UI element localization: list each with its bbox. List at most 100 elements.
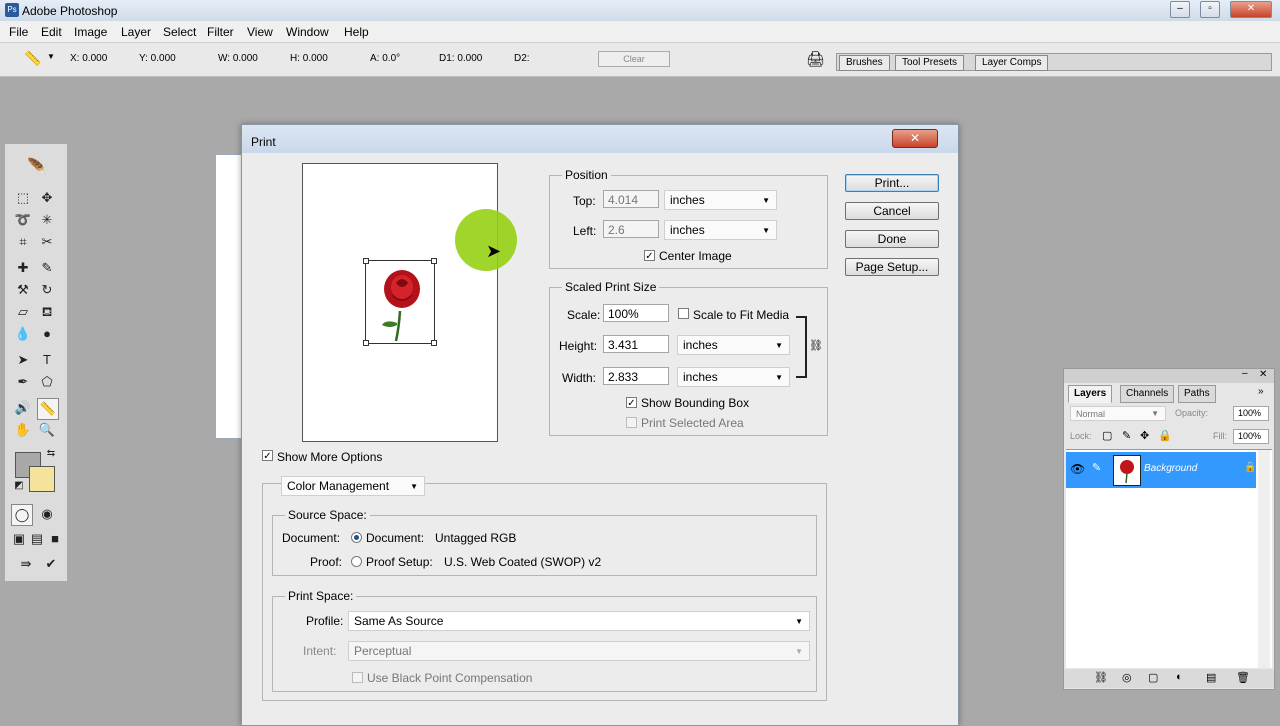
menu-file[interactable]: File <box>9 25 28 39</box>
show-more-options-checkbox[interactable]: ✓ <box>262 450 273 462</box>
layer-name[interactable]: Background <box>1144 463 1197 474</box>
minimize-icon[interactable]: – <box>1170 1 1190 18</box>
height-unit-select[interactable]: inches ▼ <box>677 335 790 355</box>
print-selected-area-checkbox[interactable] <box>626 417 637 428</box>
close-icon[interactable]: ✕ <box>1230 1 1272 18</box>
new-layer-icon[interactable]: ▤ <box>1206 671 1216 684</box>
well-tab-layer-comps[interactable]: Layer Comps <box>975 55 1049 71</box>
width-input[interactable]: 2.833 <box>603 367 669 385</box>
center-image-checkbox[interactable]: ✓ <box>644 250 655 262</box>
lock-transparent-icon[interactable]: ▢ <box>1102 429 1112 442</box>
visibility-eye-icon[interactable]: 👁 <box>1070 462 1085 476</box>
path-selection-tool-icon[interactable]: ➤ <box>13 350 33 370</box>
trash-icon[interactable]: 🗑 <box>1236 671 1250 684</box>
notes-tool-icon[interactable]: 🔊 <box>13 398 33 418</box>
dodge-tool-icon[interactable]: ● <box>37 324 57 344</box>
clone-stamp-tool-icon[interactable]: ⚒ <box>13 280 33 300</box>
menu-window[interactable]: Window <box>286 25 329 39</box>
menu-image[interactable]: Image <box>74 25 107 39</box>
menu-edit[interactable]: Edit <box>41 25 62 39</box>
swap-colors-icon[interactable]: ⇆ <box>41 444 61 464</box>
screen-mode-full-icon[interactable]: ■ <box>45 529 65 549</box>
link-chain-icon[interactable]: ⛓ <box>809 339 823 352</box>
zoom-tool-icon[interactable]: 🔍 <box>37 420 57 440</box>
move-tool-icon[interactable]: ✥ <box>37 188 57 208</box>
healing-brush-tool-icon[interactable]: ✚ <box>13 258 33 278</box>
layer-mask-icon[interactable]: ▢ <box>1148 671 1158 684</box>
menu-select[interactable]: Select <box>163 25 196 39</box>
color-management-select[interactable]: Color Management ▼ <box>281 476 425 496</box>
fill-input[interactable]: 100% <box>1233 429 1269 444</box>
history-brush-tool-icon[interactable]: ↻ <box>37 280 57 300</box>
page-setup-button[interactable]: Page Setup... <box>845 258 939 276</box>
lock-brush-icon[interactable]: ✎ <box>1122 429 1131 442</box>
quick-mask-icon[interactable]: ◉ <box>37 504 57 524</box>
dialog-close-button[interactable]: ✕ <box>892 129 938 148</box>
link-layers-icon[interactable]: ⛓ <box>1094 671 1108 684</box>
profile-select[interactable]: Same As Source ▼ <box>348 611 810 631</box>
maximize-icon[interactable]: ▫ <box>1200 1 1220 18</box>
measure-tool-icon[interactable]: 📏 <box>37 398 59 420</box>
tab-channels[interactable]: Channels <box>1120 385 1175 403</box>
scale-input[interactable]: 100% <box>603 304 669 322</box>
pen-tool-icon[interactable]: ✒ <box>13 372 33 392</box>
print-button[interactable]: Print... <box>845 174 939 192</box>
intent-select[interactable]: Perceptual ▼ <box>348 641 810 661</box>
height-input[interactable]: 3.431 <box>603 335 669 353</box>
check-icon[interactable]: ✔ <box>41 554 61 574</box>
lasso-tool-icon[interactable]: ➰ <box>13 210 33 230</box>
top-unit-select[interactable]: inches ▼ <box>664 190 777 210</box>
menu-help[interactable]: Help <box>344 25 369 39</box>
print-preview[interactable] <box>302 163 498 442</box>
paint-bucket-tool-icon[interactable]: ⛾ <box>37 302 57 322</box>
black-point-compensation-checkbox[interactable] <box>352 672 363 683</box>
document-radio[interactable] <box>351 532 362 543</box>
minimize-icon[interactable]: – <box>1242 368 1248 379</box>
proof-radio[interactable] <box>351 556 362 567</box>
hand-tool-icon[interactable]: ✋ <box>13 420 33 440</box>
cancel-button[interactable]: Cancel <box>845 202 939 220</box>
slice-tool-icon[interactable]: ✂ <box>37 232 57 252</box>
well-tab-brushes[interactable]: Brushes <box>839 55 890 71</box>
bounding-box[interactable] <box>363 258 437 346</box>
background-color-swatch[interactable] <box>29 466 55 492</box>
width-unit-select[interactable]: inches ▼ <box>677 367 790 387</box>
marquee-tool-icon[interactable]: ⬚ <box>13 188 33 208</box>
lock-move-icon[interactable]: ✥ <box>1140 429 1149 442</box>
opacity-input[interactable]: 100% <box>1233 406 1269 421</box>
well-tab-tool-presets[interactable]: Tool Presets <box>895 55 965 71</box>
panel-menu-icon[interactable]: » <box>1258 386 1264 397</box>
layer-style-icon[interactable]: ◎ <box>1122 671 1132 684</box>
brush-tool-icon[interactable]: ✎ <box>37 258 57 278</box>
crop-tool-icon[interactable]: ⌗ <box>13 232 33 252</box>
eraser-tool-icon[interactable]: ▱ <box>13 302 33 322</box>
blend-mode-select[interactable]: Normal ▼ <box>1070 406 1166 421</box>
show-bounding-box-checkbox[interactable]: ✓ <box>626 397 637 409</box>
ruler-tool-icon[interactable]: 📏 <box>24 50 41 67</box>
screen-mode-standard-icon[interactable]: ▣ <box>9 529 29 549</box>
tab-paths[interactable]: Paths <box>1178 385 1216 403</box>
menu-filter[interactable]: Filter <box>207 25 234 39</box>
default-colors-icon[interactable]: ◩ <box>9 476 29 496</box>
shape-tool-icon[interactable]: ⬠ <box>37 372 57 392</box>
jump-to-imageready-icon[interactable]: ⇛ <box>13 554 39 574</box>
menu-view[interactable]: View <box>247 25 273 39</box>
close-icon[interactable]: ✕ <box>1259 369 1267 380</box>
tool-preset-chevron-icon[interactable]: ▼ <box>47 52 55 61</box>
top-input[interactable]: 4.014 <box>603 190 659 208</box>
adjustment-layer-icon[interactable]: ◐ <box>1176 671 1183 683</box>
tab-layers[interactable]: Layers <box>1068 385 1113 403</box>
left-unit-select[interactable]: inches ▼ <box>664 220 777 240</box>
type-tool-icon[interactable]: T <box>37 350 57 370</box>
clear-button[interactable]: Clear <box>598 51 670 67</box>
layers-scrollbar[interactable] <box>1258 450 1270 668</box>
lock-all-icon[interactable]: 🔒 <box>1158 429 1172 442</box>
layer-row-background[interactable]: 👁 ✎ Background 🔒 <box>1066 452 1256 488</box>
left-input[interactable]: 2.6 <box>603 220 659 238</box>
screen-mode-full-menu-icon[interactable]: ▤ <box>27 529 47 549</box>
magic-wand-tool-icon[interactable]: ✳ <box>37 210 57 230</box>
menu-layer[interactable]: Layer <box>121 25 151 39</box>
scale-to-fit-checkbox[interactable] <box>678 308 689 319</box>
palette-well-icon[interactable]: 🖨 <box>806 50 825 68</box>
done-button[interactable]: Done <box>845 230 939 248</box>
